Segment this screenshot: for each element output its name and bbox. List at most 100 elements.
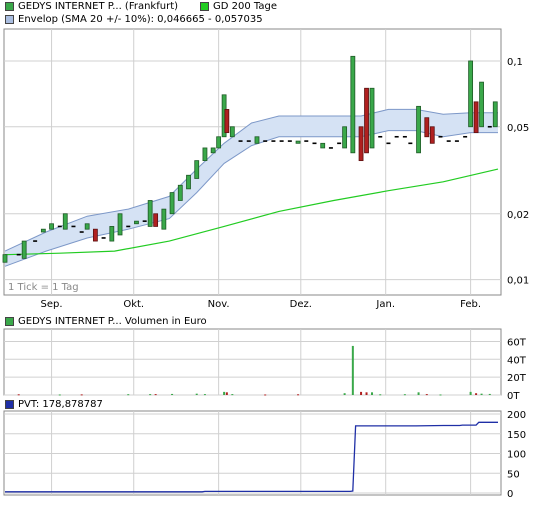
candle-up: [468, 60, 474, 128]
volume-bar: [264, 394, 267, 396]
pvt-tick-label: 200: [507, 410, 526, 421]
candle-flat: [271, 140, 276, 142]
candle-flat: [394, 135, 399, 138]
volume-bar: [17, 394, 20, 396]
candle-up: [202, 147, 208, 162]
candle-flat: [304, 140, 309, 142]
candle-down: [429, 126, 435, 144]
candle-flat: [57, 225, 62, 228]
candle-flat: [446, 140, 451, 142]
candle-up: [134, 220, 139, 225]
volume-bar: [231, 394, 234, 396]
stock-chart: 0,010,020,050,1Sep. Okt. Nov. Dez. Jan. Feb. …: [2, 28, 529, 500]
volume-bar: [469, 391, 472, 395]
candle-down: [92, 228, 98, 242]
candle-flat: [126, 225, 131, 228]
volume-bar: [403, 394, 406, 396]
volume-frame: [3, 328, 502, 396]
volume-bar: [488, 393, 491, 395]
candle-up: [21, 240, 27, 259]
candle-flat: [71, 225, 76, 228]
candle-up: [117, 213, 123, 236]
candle-down: [473, 101, 479, 134]
pvt-tick-label: 0: [507, 489, 513, 500]
candle-flat: [402, 135, 407, 138]
candle-flat: [33, 240, 38, 242]
candle-flat: [238, 140, 243, 142]
volume-bar: [439, 394, 442, 396]
candle-up: [210, 147, 216, 154]
candle-flat: [16, 253, 21, 256]
candle-flat: [142, 220, 147, 222]
volume-bar: [154, 394, 157, 396]
candle-flat: [454, 140, 459, 142]
volume-bar: [371, 392, 374, 395]
volume-bar: [379, 394, 382, 396]
price-tick-label: 0,05: [507, 123, 529, 134]
price-tick-label: 0,1: [507, 57, 523, 68]
pvt-tick-label: 100: [507, 450, 526, 461]
x-axis-label: Nov.: [208, 299, 230, 310]
candle-up: [109, 226, 115, 242]
volume-tick-label: 40T: [507, 355, 527, 366]
price-tick-label: 0,01: [507, 276, 529, 287]
volume-bar: [417, 392, 420, 395]
candle-flat: [79, 231, 84, 233]
candle-flat: [408, 142, 413, 145]
candle-up: [194, 160, 200, 179]
x-axis-label: Jan.: [375, 299, 395, 310]
volume-bar: [343, 393, 346, 395]
candle-up: [186, 174, 191, 190]
volume-bar: [195, 393, 198, 395]
candle-flat: [246, 140, 251, 142]
candle-up: [84, 223, 90, 230]
volume-bar: [171, 393, 174, 395]
price-tick-label: 0,02: [507, 210, 529, 221]
candle-up: [177, 184, 183, 201]
candle-flat: [386, 142, 391, 145]
candle-up: [492, 101, 498, 128]
candle-flat: [263, 140, 268, 142]
volume-tick-label: 20T: [507, 373, 527, 384]
x-axis-label: Okt.: [123, 299, 144, 310]
candle-down: [224, 109, 230, 134]
candle-up: [295, 140, 301, 144]
volume-bar: [360, 391, 363, 395]
candle-flat: [337, 142, 342, 145]
candle-up: [479, 81, 484, 128]
volume-bar: [351, 345, 354, 395]
candle-flat: [378, 135, 383, 138]
volume-bar: [80, 394, 83, 396]
candle-up: [40, 228, 46, 233]
volume-bar: [203, 394, 206, 396]
volume-bar: [425, 394, 428, 396]
volume-bar: [480, 393, 483, 395]
x-axis-label: Feb.: [460, 299, 481, 310]
candle-up: [2, 254, 8, 263]
candle-flat: [463, 135, 468, 138]
candle-up: [342, 126, 348, 149]
candle-flat: [101, 237, 106, 239]
volume-bar: [225, 392, 228, 395]
candle-up: [169, 192, 175, 215]
candle-up: [147, 200, 153, 227]
candle-up: [350, 55, 356, 154]
candle-up: [62, 213, 68, 230]
candle-up: [416, 105, 421, 154]
candle-up: [49, 223, 54, 230]
pvt-tick-label: 150: [507, 430, 526, 441]
x-axis-label: Dez.: [290, 299, 312, 310]
volume-bar: [223, 391, 226, 395]
candle-down: [424, 117, 430, 138]
volume-bar: [475, 393, 478, 395]
price-frame: [3, 28, 502, 296]
price-panel: 0,01 0,02 0,05 0,1 Sep. Okt. Nov. Dez. Jan. Feb.: [2, 28, 529, 310]
candle-flat: [328, 147, 333, 149]
x-axis-label: Sep.: [41, 299, 63, 310]
volume-bar: [365, 392, 368, 395]
candle-up: [229, 126, 235, 138]
volume-bar: [58, 394, 61, 396]
candle-up: [320, 142, 326, 149]
candle-flat: [487, 125, 492, 128]
volume-tick-label: 0T: [507, 391, 520, 402]
